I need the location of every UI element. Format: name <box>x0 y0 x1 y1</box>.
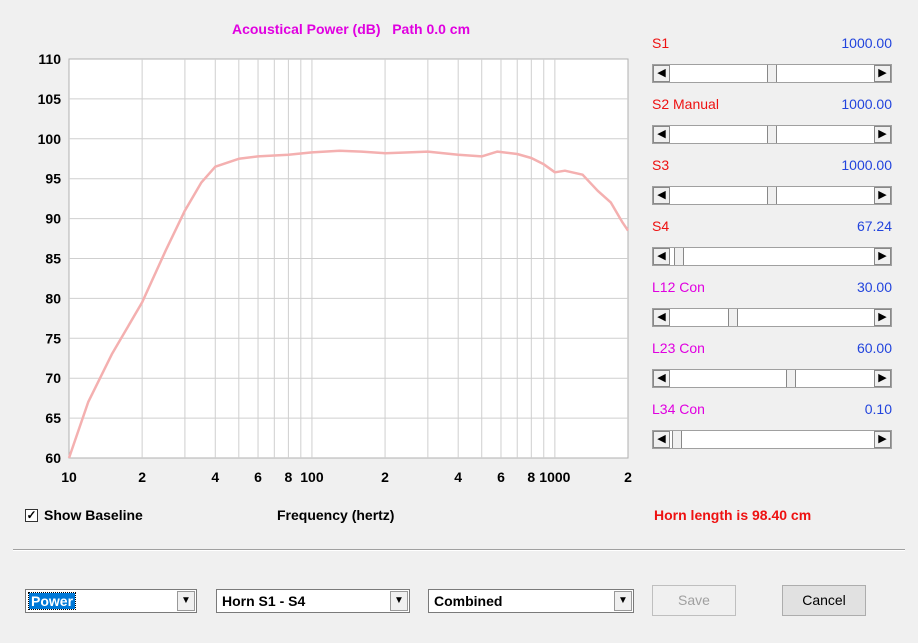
slider-scrollbar[interactable]: ◀ ▶ <box>652 125 892 144</box>
slider-value: 0.10 <box>864 401 892 417</box>
horn-length-text: Horn length is 98.40 cm <box>654 507 812 523</box>
y-tick-label: 100 <box>38 131 62 147</box>
slider-label: S1 <box>652 35 670 51</box>
chevron-down-icon[interactable]: ▼ <box>614 591 632 611</box>
slider-scrollbar[interactable]: ◀ ▶ <box>652 369 892 388</box>
scroll-right-arrow-icon[interactable]: ▶ <box>874 370 891 387</box>
slider-label: L34 Con <box>652 401 705 417</box>
slider-thumb[interactable] <box>767 126 777 143</box>
x-axis-label: Frequency (hertz) <box>277 507 395 523</box>
y-tick-label: 95 <box>45 171 61 187</box>
x-tick-label: 6 <box>254 469 262 485</box>
slider-thumb[interactable] <box>767 65 777 82</box>
x-tick-label: 2 <box>381 469 389 485</box>
x-tick-label: 6 <box>497 469 505 485</box>
x-tick-label: 1000 <box>539 469 570 485</box>
x-tick-label: 8 <box>284 469 292 485</box>
x-tick-label: 4 <box>211 469 219 485</box>
scroll-left-arrow-icon[interactable]: ◀ <box>653 370 670 387</box>
slider-value: 1000.00 <box>841 157 892 173</box>
slider-value: 1000.00 <box>841 96 892 112</box>
mode-value: Combined <box>434 593 503 609</box>
slider-thumb[interactable] <box>728 309 738 326</box>
slider-value: 67.24 <box>856 218 892 234</box>
slider-label: S2 Manual <box>652 96 719 112</box>
slider-thumb[interactable] <box>767 187 777 204</box>
slider-label: S4 <box>652 218 670 234</box>
scroll-left-arrow-icon[interactable]: ◀ <box>653 431 670 448</box>
slider-value: 1000.00 <box>841 35 892 51</box>
mode-dropdown[interactable]: Combined ▼ <box>428 589 634 613</box>
scroll-left-arrow-icon[interactable]: ◀ <box>653 309 670 326</box>
slider-scrollbar[interactable]: ◀ ▶ <box>652 64 892 83</box>
chevron-down-icon[interactable]: ▼ <box>390 591 408 611</box>
separator-line <box>13 549 905 551</box>
scroll-right-arrow-icon[interactable]: ▶ <box>874 126 891 143</box>
slider-scrollbar[interactable]: ◀ ▶ <box>652 308 892 327</box>
save-button[interactable]: Save <box>652 585 736 616</box>
y-tick-label: 90 <box>45 211 61 227</box>
scroll-right-arrow-icon[interactable]: ▶ <box>874 248 891 265</box>
scroll-right-arrow-icon[interactable]: ▶ <box>874 309 891 326</box>
scroll-left-arrow-icon[interactable]: ◀ <box>653 65 670 82</box>
horn-section-value: Horn S1 - S4 <box>222 593 306 609</box>
x-tick-label: 2 <box>624 469 632 485</box>
scroll-right-arrow-icon[interactable]: ▶ <box>874 187 891 204</box>
scroll-right-arrow-icon[interactable]: ▶ <box>874 431 891 448</box>
show-baseline-label: Show Baseline <box>44 507 143 523</box>
y-tick-label: 75 <box>45 330 61 346</box>
slider-scrollbar[interactable]: ◀ ▶ <box>652 430 892 449</box>
y-tick-label: 80 <box>45 290 61 306</box>
slider-scrollbar[interactable]: ◀ ▶ <box>652 247 892 266</box>
cancel-button[interactable]: Cancel <box>782 585 866 616</box>
scroll-left-arrow-icon[interactable]: ◀ <box>653 126 670 143</box>
horn-section-dropdown[interactable]: Horn S1 - S4 ▼ <box>216 589 410 613</box>
frequency-response-chart: 110105100959085807570656010 2 4 6 8 100 2 4 6 8 10… <box>38 51 632 485</box>
slider-thumb[interactable] <box>672 431 682 448</box>
chevron-down-icon[interactable]: ▼ <box>177 591 195 611</box>
slider-value: 30.00 <box>856 279 892 295</box>
y-tick-label: 70 <box>45 370 61 386</box>
scroll-left-arrow-icon[interactable]: ◀ <box>653 248 670 265</box>
slider-thumb[interactable] <box>674 248 684 265</box>
slider-label: L12 Con <box>652 279 705 295</box>
scroll-left-arrow-icon[interactable]: ◀ <box>653 187 670 204</box>
x-tick-label: 2 <box>138 469 146 485</box>
view-mode-value: Power <box>27 592 77 610</box>
slider-label: L23 Con <box>652 340 705 356</box>
x-tick-label: 10 <box>61 469 77 485</box>
y-tick-label: 60 <box>45 450 61 466</box>
view-mode-dropdown[interactable]: Power ▼ <box>25 589 197 613</box>
y-tick-label: 105 <box>38 91 62 107</box>
y-tick-label: 85 <box>45 251 61 267</box>
y-tick-label: 65 <box>45 410 61 426</box>
x-tick-label: 100 <box>300 469 324 485</box>
scroll-right-arrow-icon[interactable]: ▶ <box>874 65 891 82</box>
slider-value: 60.00 <box>856 340 892 356</box>
show-baseline-checkbox[interactable]: ✓ <box>25 509 38 522</box>
slider-thumb[interactable] <box>786 370 796 387</box>
x-tick-label: 8 <box>527 469 535 485</box>
y-tick-label: 110 <box>38 51 61 67</box>
x-tick-label: 4 <box>454 469 462 485</box>
slider-label: S3 <box>652 157 670 173</box>
slider-scrollbar[interactable]: ◀ ▶ <box>652 186 892 205</box>
